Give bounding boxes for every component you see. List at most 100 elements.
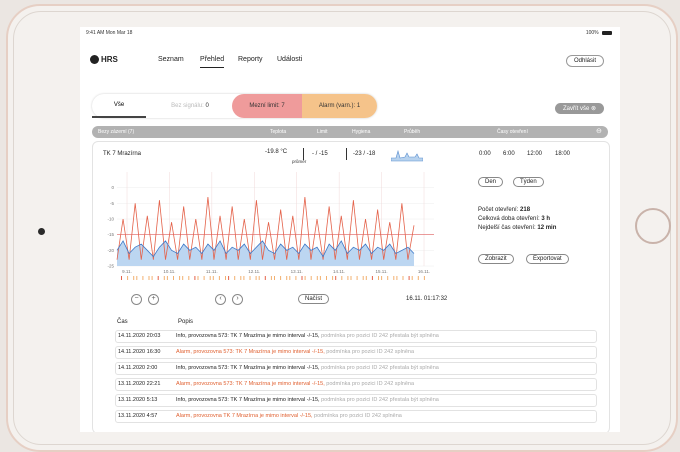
- header-hygiene[interactable]: Hygiena: [352, 129, 370, 135]
- event-text: Alarm, provozovna 573: TK 7 Mrazírna je …: [176, 349, 325, 355]
- event-row[interactable]: 14.11.2020 16:30 Alarm, provozovna 573: T…: [115, 346, 597, 359]
- filter-critical[interactable]: Mezní limit: 7: [232, 94, 302, 118]
- nav-reporty[interactable]: Reporty: [238, 56, 263, 63]
- header-temp[interactable]: Teplota: [270, 129, 286, 135]
- header-open-times[interactable]: Časy otevření: [497, 129, 528, 135]
- sparkline: [391, 149, 423, 162]
- home-button[interactable]: [635, 208, 671, 244]
- nav-udalosti[interactable]: Události: [277, 56, 302, 63]
- stat-label: Celková doba otevření:: [478, 216, 540, 222]
- status-right: 100%: [586, 30, 612, 36]
- header-name[interactable]: Bezy zázemí (7): [98, 129, 134, 135]
- zoom-in-button[interactable]: +: [148, 294, 159, 305]
- day-button[interactable]: Den: [478, 177, 504, 187]
- x-tick-label: 12.11.: [248, 269, 260, 274]
- event-detail: podmínka pro pozici ID 242 splněna: [312, 413, 402, 419]
- filter-no-signal[interactable]: Bez signálu: 0: [150, 94, 230, 118]
- logo[interactable]: HRS: [90, 55, 118, 64]
- event-date: 14.11.2020 16:30: [118, 349, 161, 355]
- door-open-marker: [127, 276, 129, 280]
- event-row[interactable]: 14.11.2020 2:00 Info, provozovna 573: TK …: [115, 362, 597, 375]
- door-open-marker: [148, 276, 150, 280]
- door-open-marker: [396, 276, 398, 280]
- event-detail: podmínka pro pozici ID 242 přestala být …: [319, 397, 439, 403]
- door-open-marker: [326, 276, 327, 280]
- temperature-chart[interactable]: 0 -5 -10 -15 -20 -25 9.11. 10.11. 11.11. 12.11. 13…: [99, 166, 444, 294]
- export-button[interactable]: Exportovat: [526, 254, 569, 264]
- door-open-marker: [289, 276, 291, 280]
- zoom-out-button[interactable]: −: [131, 294, 142, 305]
- front-camera: [38, 228, 45, 235]
- close-all-button[interactable]: Zavřít vše ⊗: [554, 103, 604, 114]
- door-open-marker: [194, 276, 196, 280]
- door-open-marker: [228, 276, 230, 280]
- nav-seznam[interactable]: Seznam: [158, 56, 184, 63]
- door-open-marker: [341, 276, 343, 280]
- logo-icon: [90, 55, 99, 64]
- y-tick-label: -20: [107, 248, 114, 253]
- header-limit[interactable]: Limit: [317, 129, 328, 135]
- event-detail: podmínka pro pozici ID 242 přestala být …: [319, 333, 439, 339]
- event-row[interactable]: 13.11.2020 4:57 Alarm, provozovna TK 7 Mr…: [115, 410, 597, 423]
- event-row[interactable]: 13.11.2020 5:13 Info, provozovna 573: TK …: [115, 394, 597, 407]
- detail-panel: TK 7 Mrazírna -19.8 °C průměr - / -15 -2…: [92, 141, 610, 432]
- door-open-marker: [240, 276, 242, 280]
- event-list: 14.11.2020 20:03 Info, provozovna 573: TK…: [115, 330, 597, 430]
- door-open-marker: [332, 276, 334, 280]
- door-open-marker: [209, 276, 211, 280]
- event-detail: podmínka pro pozici ID 242 splněna: [324, 349, 415, 355]
- event-text: Info, provozovna 573: TK 7 Mrazírna je m…: [176, 333, 320, 339]
- door-open-marker: [393, 276, 395, 280]
- event-row[interactable]: 14.11.2020 20:03 Info, provozovna 573: TK…: [115, 330, 597, 343]
- divider: [346, 148, 347, 160]
- next-button[interactable]: ›: [232, 294, 243, 305]
- close-icon: ⊗: [590, 106, 596, 112]
- door-open-marker: [350, 276, 352, 280]
- stat-open-longest: Nejdelší čas otevření: 12 min: [478, 224, 556, 233]
- open-stats: Počet otevření: 218 Celková doba otevřen…: [478, 206, 556, 233]
- header-progress[interactable]: Průběh: [404, 129, 420, 135]
- door-open-marker: [157, 276, 159, 280]
- range-value: -23 / -18: [353, 151, 376, 157]
- limit-value: - / -15: [312, 151, 328, 157]
- door-open-marker: [301, 276, 303, 280]
- collapse-icon[interactable]: ⊖: [596, 127, 602, 135]
- door-open-marker: [411, 276, 413, 280]
- door-open-marker: [335, 276, 337, 280]
- logout-button[interactable]: Odhlásit: [565, 55, 604, 67]
- battery-label: 100%: [585, 30, 599, 36]
- stat-open-total: Celková doba otevření: 3 h: [478, 215, 556, 224]
- door-open-marker: [387, 276, 389, 280]
- temp-caption: průměr: [292, 159, 307, 164]
- stat-label: Počet otevření:: [478, 207, 519, 213]
- door-open-marker: [365, 276, 367, 280]
- event-date: 13.11.2020 5:13: [118, 397, 158, 403]
- y-tick-label: -10: [107, 217, 114, 222]
- door-open-marker: [417, 276, 419, 280]
- show-button[interactable]: Zobrazit: [478, 254, 514, 264]
- door-open-marker: [234, 276, 236, 280]
- filter-all[interactable]: Vše: [92, 94, 146, 118]
- prev-button[interactable]: ‹: [215, 294, 226, 305]
- event-date: 13.11.2020 22:21: [118, 381, 161, 387]
- close-all-label: Zavřít vše: [562, 106, 590, 112]
- door-open-marker: [304, 276, 306, 280]
- y-tick-label: 0: [111, 185, 114, 190]
- filter-warning[interactable]: Alarm (varn.): 1: [302, 94, 377, 118]
- y-tick-label: -15: [107, 232, 114, 237]
- load-button[interactable]: Načíst: [298, 294, 330, 304]
- door-open-marker: [295, 276, 297, 280]
- status-bar: 9:41 AM Mon Mar 18 100%: [86, 30, 612, 40]
- door-open-marker: [371, 276, 373, 280]
- door-open-marker: [121, 276, 122, 280]
- nav-prehled[interactable]: Přehled: [200, 56, 225, 68]
- door-open-marker: [258, 276, 260, 280]
- door-open-marker: [316, 276, 318, 280]
- event-row[interactable]: 13.11.2020 22:21 Alarm, provozovna 573: T…: [115, 378, 597, 391]
- no-signal-count: 0: [205, 103, 209, 109]
- stat-label: Nejdelší čas otevření:: [478, 225, 536, 231]
- chart-timestamp: 16.11. 01:17:32: [406, 296, 448, 302]
- week-button[interactable]: Týden: [513, 177, 544, 187]
- door-open-marker: [142, 276, 144, 280]
- col-desc: Popis: [178, 319, 194, 325]
